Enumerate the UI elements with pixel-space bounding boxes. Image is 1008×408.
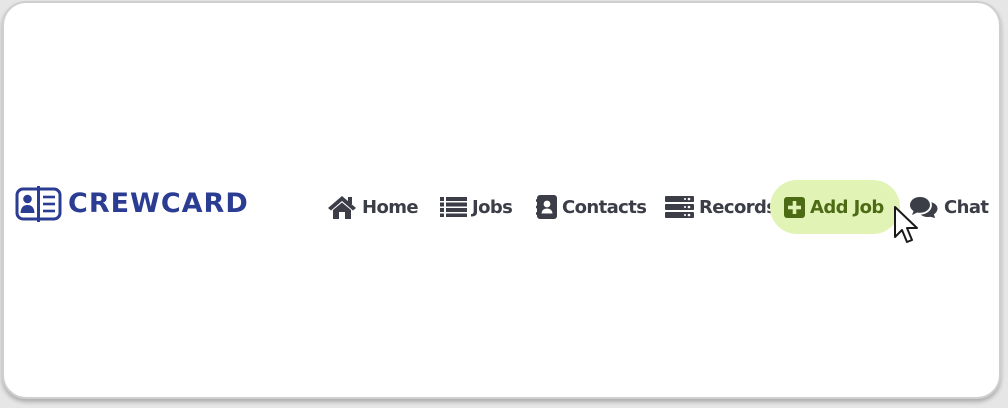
server-icon [665,196,694,218]
nav-item-records[interactable]: Records [665,180,777,234]
nav-label-home: Home [362,196,419,218]
nav-label-jobs: Jobs [472,196,513,218]
nav-item-add-job[interactable]: Add Job [770,180,900,234]
main-nav: Home Jobs Contacts Records Add Job Chat [4,180,999,234]
home-icon [327,195,357,219]
nav-item-jobs[interactable]: Jobs [440,180,513,234]
nav-label-add-job: Add Job [810,196,884,218]
mouse-pointer-icon [894,206,918,243]
plus-square-icon [784,196,805,218]
contact-book-icon [536,195,557,219]
nav-label-chat: Chat [944,196,989,218]
window-frame: CREWCARD Home Jobs Contacts Records Add … [2,1,1001,399]
list-icon [440,197,467,217]
nav-item-contacts[interactable]: Contacts [536,180,647,234]
nav-label-contacts: Contacts [562,196,647,218]
nav-item-home[interactable]: Home [327,180,419,234]
nav-item-chat[interactable]: Chat [909,180,989,234]
nav-label-records: Records [699,196,777,218]
